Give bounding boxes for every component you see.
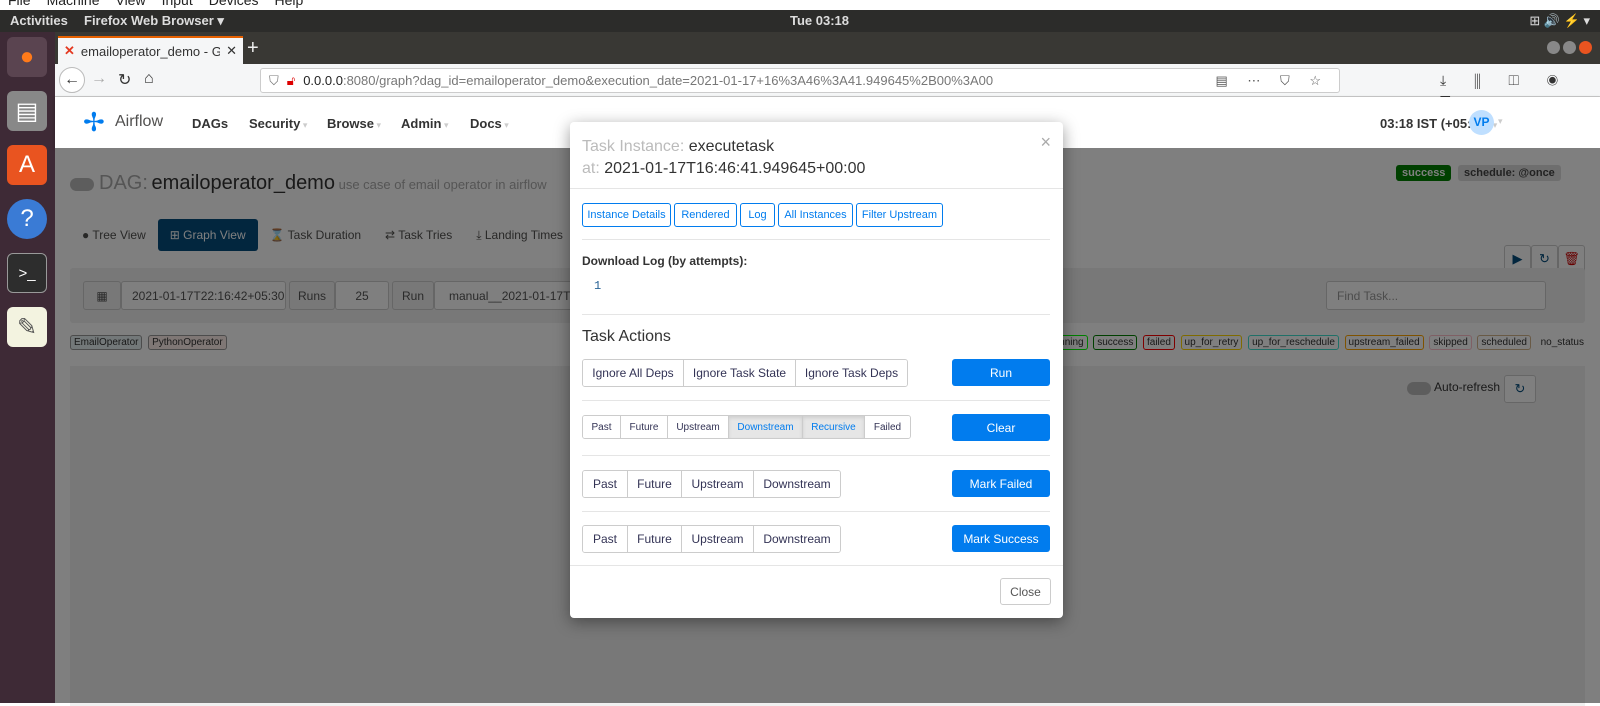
close-tab-icon[interactable]: ✕ <box>226 43 237 59</box>
reload-icon[interactable]: ↻ <box>118 70 131 90</box>
help-icon[interactable]: ? <box>7 199 47 239</box>
vm-menu-devices[interactable]: Devices <box>209 0 259 8</box>
system-tray[interactable]: ⊞ 🔊 ⚡ ▾ <box>1529 13 1590 29</box>
clear-failed-toggle[interactable]: Failed <box>865 416 910 438</box>
ignore-task-deps-toggle[interactable]: Ignore Task Deps <box>796 360 907 386</box>
log-attempt-link[interactable]: 1 <box>594 279 601 293</box>
vm-menu-view[interactable]: View <box>115 0 145 8</box>
new-tab-button[interactable]: + <box>247 37 259 60</box>
mark-success-button[interactable]: Mark Success <box>952 525 1050 552</box>
clear-recursive-toggle[interactable]: Recursive <box>803 416 865 438</box>
airflow-brand[interactable]: Airflow <box>115 113 163 131</box>
home-icon[interactable]: ⌂ <box>144 70 154 88</box>
minimize-button[interactable] <box>1547 41 1560 54</box>
text-editor-icon[interactable]: ✎ <box>7 307 47 347</box>
user-avatar[interactable]: VP <box>1469 110 1494 135</box>
chevron-down-icon[interactable]: ▾ <box>1498 116 1503 127</box>
mark-failed-upstream-toggle[interactable]: Upstream <box>682 471 754 497</box>
close-button[interactable]: Close <box>1000 578 1051 605</box>
dock: ● ▤ A ? >_ ✎ <box>0 32 55 703</box>
mark-failed-past-toggle[interactable]: Past <box>583 471 628 497</box>
mark-failed-downstream-toggle[interactable]: Downstream <box>754 471 840 497</box>
clear-past-toggle[interactable]: Past <box>583 416 621 438</box>
airflow-favicon-icon: ✕ <box>64 43 75 58</box>
mark-success-upstream-toggle[interactable]: Upstream <box>682 526 754 552</box>
clear-downstream-toggle[interactable]: Downstream <box>729 416 803 438</box>
vm-menu-bar: File Machine View Input Devices Help <box>0 0 1600 10</box>
vm-menu-help[interactable]: Help <box>275 0 304 8</box>
gnome-top-bar: Activities Firefox Web Browser ▾ Tue 03:… <box>0 10 1600 32</box>
task-instance-modal: Task Instance: executetask at: 2021-01-1… <box>570 122 1063 618</box>
clear-options: Past Future Upstream Downstream Recursiv… <box>582 415 911 439</box>
clear-button[interactable]: Clear <box>952 414 1050 441</box>
ignore-task-state-toggle[interactable]: Ignore Task State <box>684 360 796 386</box>
filter-upstream-button[interactable]: Filter Upstream <box>856 203 943 227</box>
run-button[interactable]: Run <box>952 359 1050 386</box>
mark-success-future-toggle[interactable]: Future <box>628 526 682 552</box>
modal-header: Task Instance: executetask at: 2021-01-1… <box>582 138 866 177</box>
menu-admin[interactable]: Admin ▾ <box>401 116 448 131</box>
mark-success-past-toggle[interactable]: Past <box>583 526 628 552</box>
activities-button[interactable]: Activities <box>10 13 68 28</box>
files-icon[interactable]: ▤ <box>7 91 47 131</box>
execution-date: 2021-01-17T16:46:41.949645+00:00 <box>604 160 866 177</box>
url-path: :8080/graph?dag_id=emailoperator_demo&ex… <box>342 73 994 88</box>
run-options: Ignore All Deps Ignore Task State Ignore… <box>582 359 908 387</box>
mark-failed-button[interactable]: Mark Failed <box>952 470 1050 497</box>
menu-security[interactable]: Security ▾ <box>249 116 307 131</box>
forward-icon[interactable]: → <box>91 70 107 88</box>
menu-docs[interactable]: Docs ▾ <box>470 116 509 131</box>
mark-failed-options: Past Future Upstream Downstream <box>582 470 841 498</box>
terminal-icon[interactable]: >_ <box>7 253 47 293</box>
clear-upstream-toggle[interactable]: Upstream <box>668 416 729 438</box>
rendered-button[interactable]: Rendered <box>674 203 737 227</box>
window-controls <box>1547 41 1592 54</box>
app-menu[interactable]: Firefox Web Browser ▾ <box>84 13 224 29</box>
task-actions-title: Task Actions <box>582 328 671 345</box>
menu-dags[interactable]: DAGs <box>192 116 228 131</box>
vm-menu-machine[interactable]: Machine <box>47 0 100 8</box>
download-log-label: Download Log (by attempts): <box>582 254 748 268</box>
instance-details-button[interactable]: Instance Details <box>582 203 671 227</box>
shield-icon: ⛉ <box>269 72 279 88</box>
url-host: 0.0.0.0 <box>303 73 343 88</box>
all-instances-button[interactable]: All Instances <box>778 203 853 227</box>
mark-success-options: Past Future Upstream Downstream <box>582 525 841 553</box>
firefox-icon[interactable]: ● <box>7 37 47 77</box>
maximize-button[interactable] <box>1563 41 1576 54</box>
task-id: executetask <box>688 138 775 155</box>
close-window-button[interactable] <box>1579 41 1592 54</box>
insecure-lock-icon: 🔓︎ <box>286 72 296 88</box>
browser-tab[interactable]: ✕ emailoperator_demo - G ✕ <box>58 36 243 64</box>
url-bar[interactable]: ⛉ 🔓︎ 0.0.0.0:8080/graph?dag_id=emailoper… <box>260 68 1340 93</box>
log-button[interactable]: Log <box>740 203 775 227</box>
menu-browse[interactable]: Browse ▾ <box>327 116 381 131</box>
airflow-logo-icon[interactable]: ✢ <box>83 107 105 138</box>
software-icon[interactable]: A <box>7 145 47 185</box>
mark-failed-future-toggle[interactable]: Future <box>628 471 682 497</box>
clear-future-toggle[interactable]: Future <box>621 416 668 438</box>
ignore-all-deps-toggle[interactable]: Ignore All Deps <box>583 360 684 386</box>
back-icon[interactable]: ← <box>59 67 85 93</box>
vm-menu-input[interactable]: Input <box>162 0 193 8</box>
close-icon[interactable]: × <box>1040 132 1051 153</box>
vm-menu-file[interactable]: File <box>8 0 31 8</box>
tab-title: emailoperator_demo - G <box>80 43 221 59</box>
browser-tab-bar: ✕ emailoperator_demo - G ✕ + <box>55 32 1600 64</box>
mark-success-downstream-toggle[interactable]: Downstream <box>754 526 840 552</box>
url-bar-actions-icon[interactable]: ▤ ⋯ ⛉ ☆ <box>1215 73 1329 89</box>
clock[interactable]: Tue 03:18 <box>790 13 849 28</box>
browser-nav-bar: ← → ↻ ⌂ ⛉ 🔓︎ 0.0.0.0:8080/graph?dag_id=e… <box>55 64 1600 105</box>
